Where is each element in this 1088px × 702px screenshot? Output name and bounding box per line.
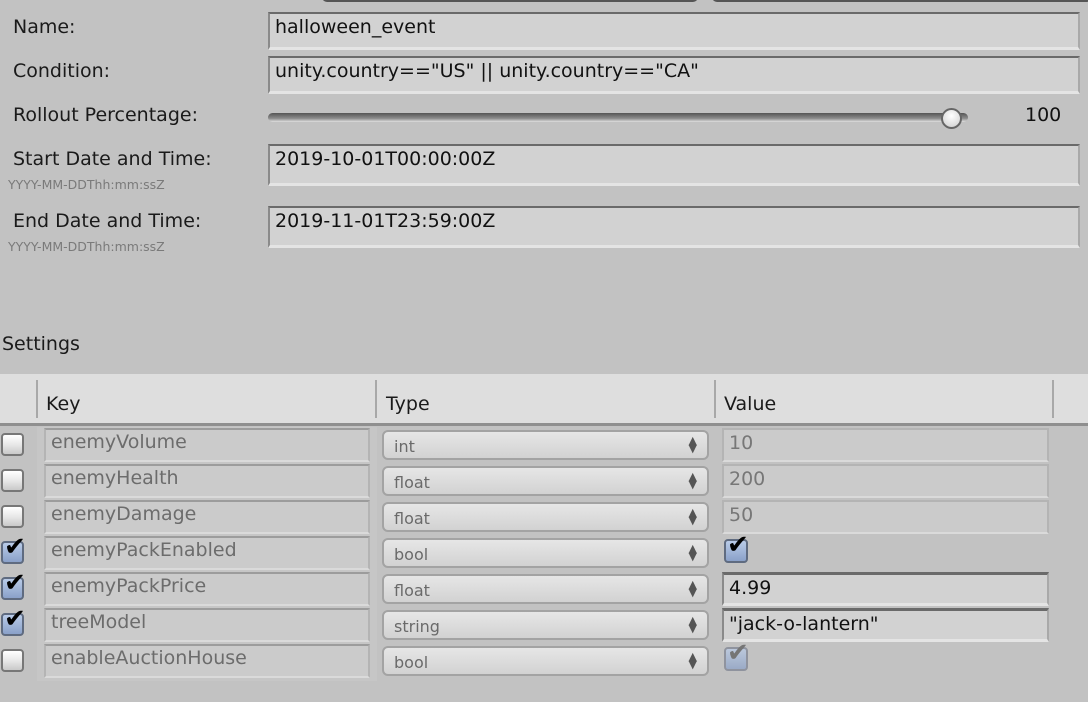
column-header-key[interactable]: Key xyxy=(46,393,80,415)
select-arrows-icon: ▲ ▼ xyxy=(688,578,697,599)
select-arrows-icon: ▲ ▼ xyxy=(688,470,697,491)
key-field[interactable]: enemyVolume xyxy=(44,428,370,462)
value-field[interactable]: 200 xyxy=(722,464,1049,498)
settings-row: ✔ enemyPackEnabled bool ▲ ▼ ✔ xyxy=(0,532,1088,570)
value-field[interactable]: 4.99 xyxy=(722,572,1049,606)
settings-row: enableAuctionHouse bool ▲ ▼ ✔ xyxy=(0,640,1088,678)
condition-field[interactable]: unity.country=="US" || unity.country=="C… xyxy=(268,56,1080,94)
value-field[interactable]: 10 xyxy=(722,428,1049,462)
checkmark-icon: ✔ xyxy=(4,532,26,562)
rollout-value[interactable]: 100 xyxy=(1025,104,1061,126)
key-field[interactable]: enableAuctionHouse xyxy=(44,644,370,678)
condition-label: Condition: xyxy=(13,60,111,82)
select-arrows-icon: ▲ ▼ xyxy=(688,650,697,671)
key-field[interactable]: enemyDamage xyxy=(44,500,370,534)
start-date-hint: YYYY-MM-DDThh:mm:ssZ xyxy=(8,177,165,192)
type-select[interactable]: bool ▲ ▼ xyxy=(382,646,709,676)
type-select-value: int xyxy=(394,437,415,456)
end-date-label: End Date and Time: xyxy=(13,210,202,232)
row-enabled-checkbox[interactable] xyxy=(1,505,24,528)
key-field[interactable]: enemyPackPrice xyxy=(44,572,370,606)
row-enabled-checkbox[interactable]: ✔ xyxy=(1,570,26,600)
column-separator[interactable] xyxy=(36,380,38,418)
checkmark-icon: ✔ xyxy=(727,638,749,668)
top-button-left[interactable] xyxy=(322,0,698,2)
type-select-value: string xyxy=(394,617,440,636)
type-select[interactable]: float ▲ ▼ xyxy=(382,466,709,496)
start-date-label: Start Date and Time: xyxy=(13,148,212,170)
settings-row: enemyDamage float ▲ ▼ 50 xyxy=(0,498,1088,534)
type-select[interactable]: int ▲ ▼ xyxy=(382,430,709,460)
checkmark-icon: ✔ xyxy=(4,568,26,598)
type-select[interactable]: bool ▲ ▼ xyxy=(382,538,709,568)
type-select-value: bool xyxy=(394,545,429,564)
select-arrows-icon: ▲ ▼ xyxy=(688,434,697,455)
value-checkbox[interactable]: ✔ xyxy=(724,532,749,563)
rollout-slider-track[interactable] xyxy=(268,113,968,122)
rollout-label: Rollout Percentage: xyxy=(13,104,198,126)
name-field[interactable]: halloween_event xyxy=(268,12,1080,50)
column-separator[interactable] xyxy=(1052,380,1054,418)
type-select-value: float xyxy=(394,581,430,600)
column-separator[interactable] xyxy=(714,380,716,418)
select-arrows-icon: ▲ ▼ xyxy=(688,506,697,527)
settings-row: enemyHealth float ▲ ▼ 200 xyxy=(0,462,1088,498)
settings-row: ✔ treeModel string ▲ ▼ "jack-o-lantern" xyxy=(0,606,1088,642)
row-enabled-checkbox[interactable]: ✔ xyxy=(1,534,26,564)
key-field[interactable]: treeModel xyxy=(44,608,370,642)
start-date-field[interactable]: 2019-10-01T00:00:00Z xyxy=(268,144,1080,186)
settings-table-header: Key Type Value xyxy=(0,374,1088,426)
type-select[interactable]: float ▲ ▼ xyxy=(382,502,709,532)
top-button-right[interactable] xyxy=(712,0,1088,2)
key-field[interactable]: enemyHealth xyxy=(44,464,370,498)
end-date-hint: YYYY-MM-DDThh:mm:ssZ xyxy=(8,239,165,254)
type-select-value: bool xyxy=(394,653,429,672)
value-checkbox[interactable]: ✔ xyxy=(724,640,749,671)
type-select[interactable]: float ▲ ▼ xyxy=(382,574,709,604)
row-enabled-checkbox[interactable]: ✔ xyxy=(1,606,26,636)
column-header-value[interactable]: Value xyxy=(724,393,776,415)
row-enabled-checkbox[interactable] xyxy=(1,649,24,672)
value-field[interactable]: "jack-o-lantern" xyxy=(722,608,1049,642)
select-arrows-icon: ▲ ▼ xyxy=(688,614,697,635)
rollout-slider-thumb[interactable] xyxy=(941,108,962,129)
settings-row: ✔ enemyPackPrice float ▲ ▼ 4.99 xyxy=(0,570,1088,606)
column-separator[interactable] xyxy=(375,380,377,418)
row-enabled-checkbox[interactable] xyxy=(1,433,24,456)
checkmark-icon: ✔ xyxy=(4,604,26,634)
end-date-field[interactable]: 2019-11-01T23:59:00Z xyxy=(268,206,1080,248)
key-field[interactable]: enemyPackEnabled xyxy=(44,536,370,570)
checkmark-icon: ✔ xyxy=(727,530,749,560)
select-arrows-icon: ▲ ▼ xyxy=(688,542,697,563)
column-header-type[interactable]: Type xyxy=(386,393,430,415)
value-field[interactable]: 50 xyxy=(722,500,1049,534)
settings-title: Settings xyxy=(2,333,80,355)
type-select[interactable]: string ▲ ▼ xyxy=(382,610,709,640)
name-label: Name: xyxy=(13,16,76,38)
type-select-value: float xyxy=(394,509,430,528)
row-enabled-checkbox[interactable] xyxy=(1,469,24,492)
type-select-value: float xyxy=(394,473,430,492)
settings-row: enemyVolume int ▲ ▼ 10 xyxy=(0,426,1088,462)
